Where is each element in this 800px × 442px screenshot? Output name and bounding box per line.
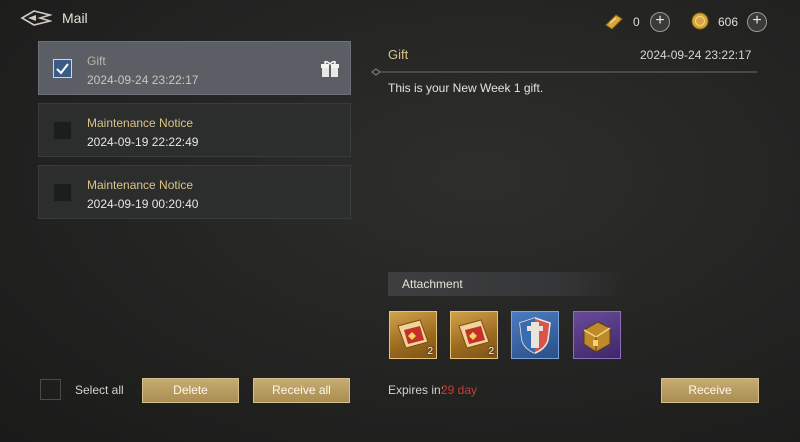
add-ticket-button[interactable]: + <box>650 12 670 32</box>
mail-checkbox[interactable] <box>53 59 72 78</box>
attachment-label: Attachment <box>402 277 463 291</box>
attachment-item[interactable]: 2 <box>450 311 498 359</box>
mail-item[interactable]: Maintenance Notice 2024-09-19 00:20:40 <box>38 165 351 219</box>
page-title: Mail <box>62 10 88 26</box>
shield-item-icon <box>519 317 551 354</box>
gold-ticket-icon <box>604 11 624 31</box>
back-icon[interactable] <box>20 8 54 28</box>
coin-count: 606 <box>718 15 739 29</box>
mail-checkbox[interactable] <box>53 183 72 202</box>
mail-detail-body: This is your New Week 1 gift. <box>388 81 544 95</box>
add-coin-button[interactable]: + <box>747 12 767 32</box>
mail-date: 2024-09-19 00:20:40 <box>87 197 199 211</box>
attachment-count: 2 <box>427 346 433 357</box>
mail-title: Maintenance Notice <box>87 116 194 130</box>
detail-divider <box>371 63 757 76</box>
mail-title: Maintenance Notice <box>87 178 194 192</box>
expires-label: Expires in: <box>388 383 445 397</box>
mail-item[interactable]: Maintenance Notice 2024-09-19 22:22:49 <box>38 103 351 157</box>
gold-coin-icon <box>690 11 710 31</box>
chest-item-icon <box>583 321 611 353</box>
receive-all-button[interactable]: Receive all <box>253 378 350 403</box>
mail-date: 2024-09-24 23:22:17 <box>87 73 199 87</box>
select-all-label: Select all <box>75 383 124 397</box>
attachment-item[interactable] <box>573 311 621 359</box>
mail-title: Gift <box>87 54 106 68</box>
attachment-count: 2 <box>488 346 494 357</box>
gift-icon <box>320 60 340 78</box>
delete-button[interactable]: Delete <box>142 378 239 403</box>
receive-button[interactable]: Receive <box>661 378 759 403</box>
select-all-checkbox[interactable] <box>40 379 61 400</box>
check-icon <box>56 63 69 75</box>
ticket-count: 0 <box>633 15 640 29</box>
attachment-item[interactable] <box>511 311 559 359</box>
mail-date: 2024-09-19 22:22:49 <box>87 135 199 149</box>
expires-value: 29 day <box>441 383 478 397</box>
mail-checkbox[interactable] <box>53 121 72 140</box>
mail-item[interactable]: Gift 2024-09-24 23:22:17 <box>38 41 351 95</box>
mail-detail-date: 2024-09-24 23:22:17 <box>640 48 752 62</box>
mail-detail-title: Gift <box>388 47 409 62</box>
attachment-item[interactable]: 2 <box>389 311 437 359</box>
